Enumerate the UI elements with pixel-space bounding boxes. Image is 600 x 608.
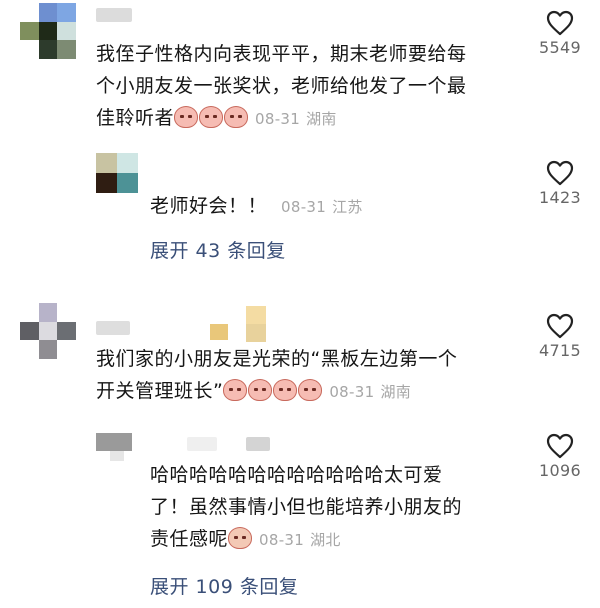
comment-2-location: 湖南 — [380, 383, 412, 401]
crying-face-emoji-icon — [223, 379, 248, 401]
crying-face-emoji-icon — [174, 106, 199, 128]
heart-outline-icon — [546, 313, 574, 339]
reply-2-location: 湖北 — [310, 531, 341, 549]
reply-1-location: 江苏 — [332, 198, 363, 216]
comment-2-username[interactable] — [96, 321, 130, 335]
reply-1-like-button[interactable]: 1423 — [530, 160, 590, 207]
comment-2-like-button[interactable]: 4715 — [530, 313, 590, 360]
reply-2-like-button[interactable]: 1096 — [530, 433, 590, 480]
heart-outline-icon — [546, 433, 574, 459]
comment-2-line-2: 开关管理班长” 08-31 湖南 — [96, 379, 412, 402]
comment-2-avatar[interactable] — [20, 303, 76, 359]
comment-2-like-count: 4715 — [539, 341, 581, 360]
crying-face-emoji-icon — [273, 379, 298, 401]
comment-2-line-1: 我们家的小朋友是光荣的“黑板左边第一个 — [96, 348, 458, 370]
reply-2-text: 哈哈哈哈哈哈哈哈哈哈哈哈太可爱 了！虽然事情小但也能培养小朋友的 责任感呢 08-… — [150, 459, 530, 556]
smiling-face-emoji-icon — [228, 527, 253, 549]
comment-2-text: 我们家的小朋友是光荣的“黑板左边第一个 开关管理班长” 08-31 湖南 — [96, 343, 536, 408]
reply-1-time: 08-31 — [281, 198, 327, 216]
comment-2-username-badge — [210, 324, 228, 340]
reply-2-time: 08-31 — [259, 531, 305, 549]
comment-1-like-count: 5549 — [539, 38, 581, 57]
reply-2-avatar[interactable] — [96, 433, 136, 461]
reply-2-line-3: 责任感呢 08-31 湖北 — [150, 527, 341, 550]
comment-1-avatar[interactable] — [20, 3, 76, 59]
reply-2-line-2: 了！虽然事情小但也能培养小朋友的 — [150, 496, 463, 518]
reply-2-line-1: 哈哈哈哈哈哈哈哈哈哈哈哈太可爱 — [150, 464, 443, 486]
reply-1-like-count: 1423 — [539, 188, 581, 207]
comment-1-like-button[interactable]: 5549 — [530, 10, 590, 57]
reply-1-text: 老师好会！！ 08-31 江苏 — [150, 195, 363, 217]
reply-2-username[interactable] — [187, 437, 217, 451]
comment-1-username[interactable] — [96, 8, 132, 22]
reply-2-like-count: 1096 — [539, 461, 581, 480]
crying-face-emoji-icon — [224, 106, 249, 128]
comment-2-time: 08-31 — [329, 383, 375, 401]
crying-face-emoji-icon — [298, 379, 323, 401]
comment-1-time: 08-31 — [255, 110, 301, 128]
crying-face-emoji-icon — [248, 379, 273, 401]
crying-face-emoji-icon — [199, 106, 224, 128]
heart-outline-icon — [546, 10, 574, 36]
comment-2-username-badge-2 — [246, 306, 266, 342]
comment-1-line-2: 个小朋友发一张奖状，老师给他发了一个最 — [96, 75, 467, 97]
reply-2-username-2 — [246, 437, 270, 451]
heart-outline-icon — [546, 160, 574, 186]
expand-replies-1[interactable]: 展开 43 条回复 — [150, 236, 286, 263]
reply-1-avatar[interactable] — [96, 153, 138, 193]
comment-1-text: 我侄子性格内向表现平平，期末老师要给每 个小朋友发一张奖状，老师给他发了一个最 … — [96, 38, 536, 135]
comment-1-location: 湖南 — [306, 110, 337, 128]
expand-replies-2[interactable]: 展开 109 条回复 — [150, 572, 298, 599]
comment-1-line-1: 我侄子性格内向表现平平，期末老师要给每 — [96, 43, 467, 65]
comment-1-line-3: 佳聆听者 08-31 湖南 — [96, 106, 337, 129]
